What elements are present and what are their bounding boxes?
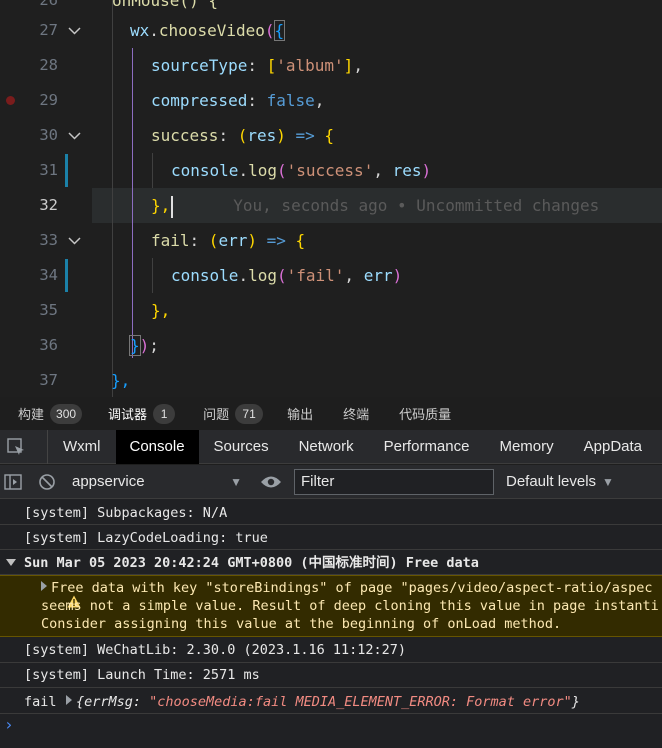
tab-debugger[interactable]: 调试器 1 [92, 397, 185, 430]
console-warning: Free data with key "storeBindings" of pa… [0, 575, 662, 637]
tab-console[interactable]: Console [115, 429, 199, 464]
code-text: success: (res) => { [151, 126, 335, 145]
tab-terminal[interactable]: 终端 [329, 397, 385, 430]
tab-problems[interactable]: 问题 71 [185, 397, 273, 430]
console-message: [system] Launch Time: 2571 ms [0, 663, 662, 688]
line-number: 35 [39, 301, 58, 319]
code-line-35: 35 }, [0, 293, 662, 328]
console-message: [system] Subpackages: N/A [0, 499, 662, 525]
fold-chevron-icon[interactable] [67, 13, 81, 48]
line-number: 29 [39, 91, 58, 109]
code-text: wx.chooseVideo({ [130, 20, 286, 41]
tab-network[interactable]: Network [284, 430, 369, 464]
code-line-27: 27 wx.chooseVideo({ [0, 13, 662, 48]
line-number: 32 [39, 196, 58, 214]
line-number: 28 [39, 56, 58, 74]
count-badge: 300 [50, 403, 83, 424]
code-line-34: 34 console.log('fail', err) [0, 258, 662, 293]
console-toolbar: appservice ▼ Default levels ▼ [0, 465, 662, 499]
collapse-triangle-icon[interactable] [6, 559, 16, 566]
git-blame-annotation: You, seconds ago • Uncommitted changes [233, 196, 600, 215]
code-line-33: 33 fail: (err) => { [0, 223, 662, 258]
text-cursor [171, 195, 174, 218]
code-line-37: 37 }, [0, 363, 662, 397]
line-number: 36 [39, 336, 58, 354]
console-prompt[interactable]: › [4, 715, 14, 734]
fold-chevron-icon[interactable] [67, 223, 81, 258]
tab-sources[interactable]: Sources [199, 430, 284, 464]
tab-build[interactable]: 构建 300 [0, 397, 92, 430]
clear-console-icon[interactable] [34, 465, 60, 499]
code-text: sourceType: ['album'], [151, 56, 363, 75]
code-text: }); [129, 335, 159, 356]
line-number: 27 [39, 21, 58, 39]
console-message: [system] WeChatLib: 2.30.0 (2023.1.16 11… [0, 638, 662, 663]
console-message: [system] LazyCodeLoading: true [0, 525, 662, 550]
tab-wxml[interactable]: Wxml [48, 430, 116, 464]
dropdown-arrow-icon: ▼ [602, 474, 614, 489]
tab-appdata[interactable]: AppData [569, 430, 657, 464]
dropdown-arrow-icon: ▼ [230, 474, 242, 489]
code-editor[interactable]: 26 onMouse() { 27 wx.chooseVideo({ 28 so… [0, 0, 662, 397]
expand-triangle-icon[interactable] [41, 581, 47, 591]
code-text: }, [151, 301, 171, 320]
code-text: }, You, seconds ago • Uncommitted changes [151, 188, 599, 223]
tab-performance[interactable]: Performance [369, 430, 485, 464]
code-line-31: 31 console.log('success', res) [0, 153, 662, 188]
line-number: 30 [39, 126, 58, 144]
code-text: compressed: false, [151, 91, 325, 110]
code-line-32: 32 }, You, seconds ago • Uncommitted chan… [0, 188, 662, 223]
fold-chevron-icon[interactable] [67, 118, 81, 153]
devtools-tabbar: Wxml Console Sources Network Performance… [0, 429, 662, 464]
code-line-29: 29 compressed: false, [0, 83, 662, 118]
line-number: 37 [39, 371, 58, 389]
tab-output[interactable]: 输出 [273, 397, 329, 430]
console-error-log: fail {errMsg: "chooseMedia:fail MEDIA_EL… [0, 688, 662, 714]
context-selector[interactable]: appservice ▼ [72, 473, 242, 490]
live-expression-eye-icon[interactable] [260, 475, 284, 489]
sidebar-toggle-icon[interactable] [0, 465, 26, 499]
code-line-36: 36 }); [0, 328, 662, 363]
line-number: 34 [39, 266, 58, 284]
console-group-header[interactable]: Sun Mar 05 2023 20:42:24 GMT+0800 (中国标准时… [0, 550, 662, 575]
filter-input[interactable] [294, 468, 494, 495]
inspect-element-icon[interactable] [0, 429, 48, 464]
line-number: 33 [39, 231, 58, 249]
code-line-28: 28 sourceType: ['album'], [0, 48, 662, 83]
expand-triangle-icon[interactable] [66, 695, 72, 705]
tab-memory[interactable]: Memory [484, 430, 568, 464]
console-output[interactable]: [system] Subpackages: N/A [system] LazyC… [0, 499, 662, 748]
log-levels-dropdown[interactable]: Default levels ▼ [506, 473, 614, 490]
tab-code-quality[interactable]: 代码质量 [385, 397, 467, 430]
bottom-panel-tabs: 构建 300 调试器 1 问题 71 输出 终端 代码质量 [0, 397, 662, 430]
count-badge: 71 [235, 403, 264, 424]
line-number: 31 [39, 161, 58, 179]
code-text: }, [111, 371, 131, 390]
code-text: console.log('fail', err) [171, 266, 403, 285]
code-text: console.log('success', res) [171, 161, 432, 180]
code-line-30: 30 success: (res) => { [0, 118, 662, 153]
count-badge: 1 [153, 403, 176, 424]
code-text: fail: (err) => { [151, 231, 306, 250]
